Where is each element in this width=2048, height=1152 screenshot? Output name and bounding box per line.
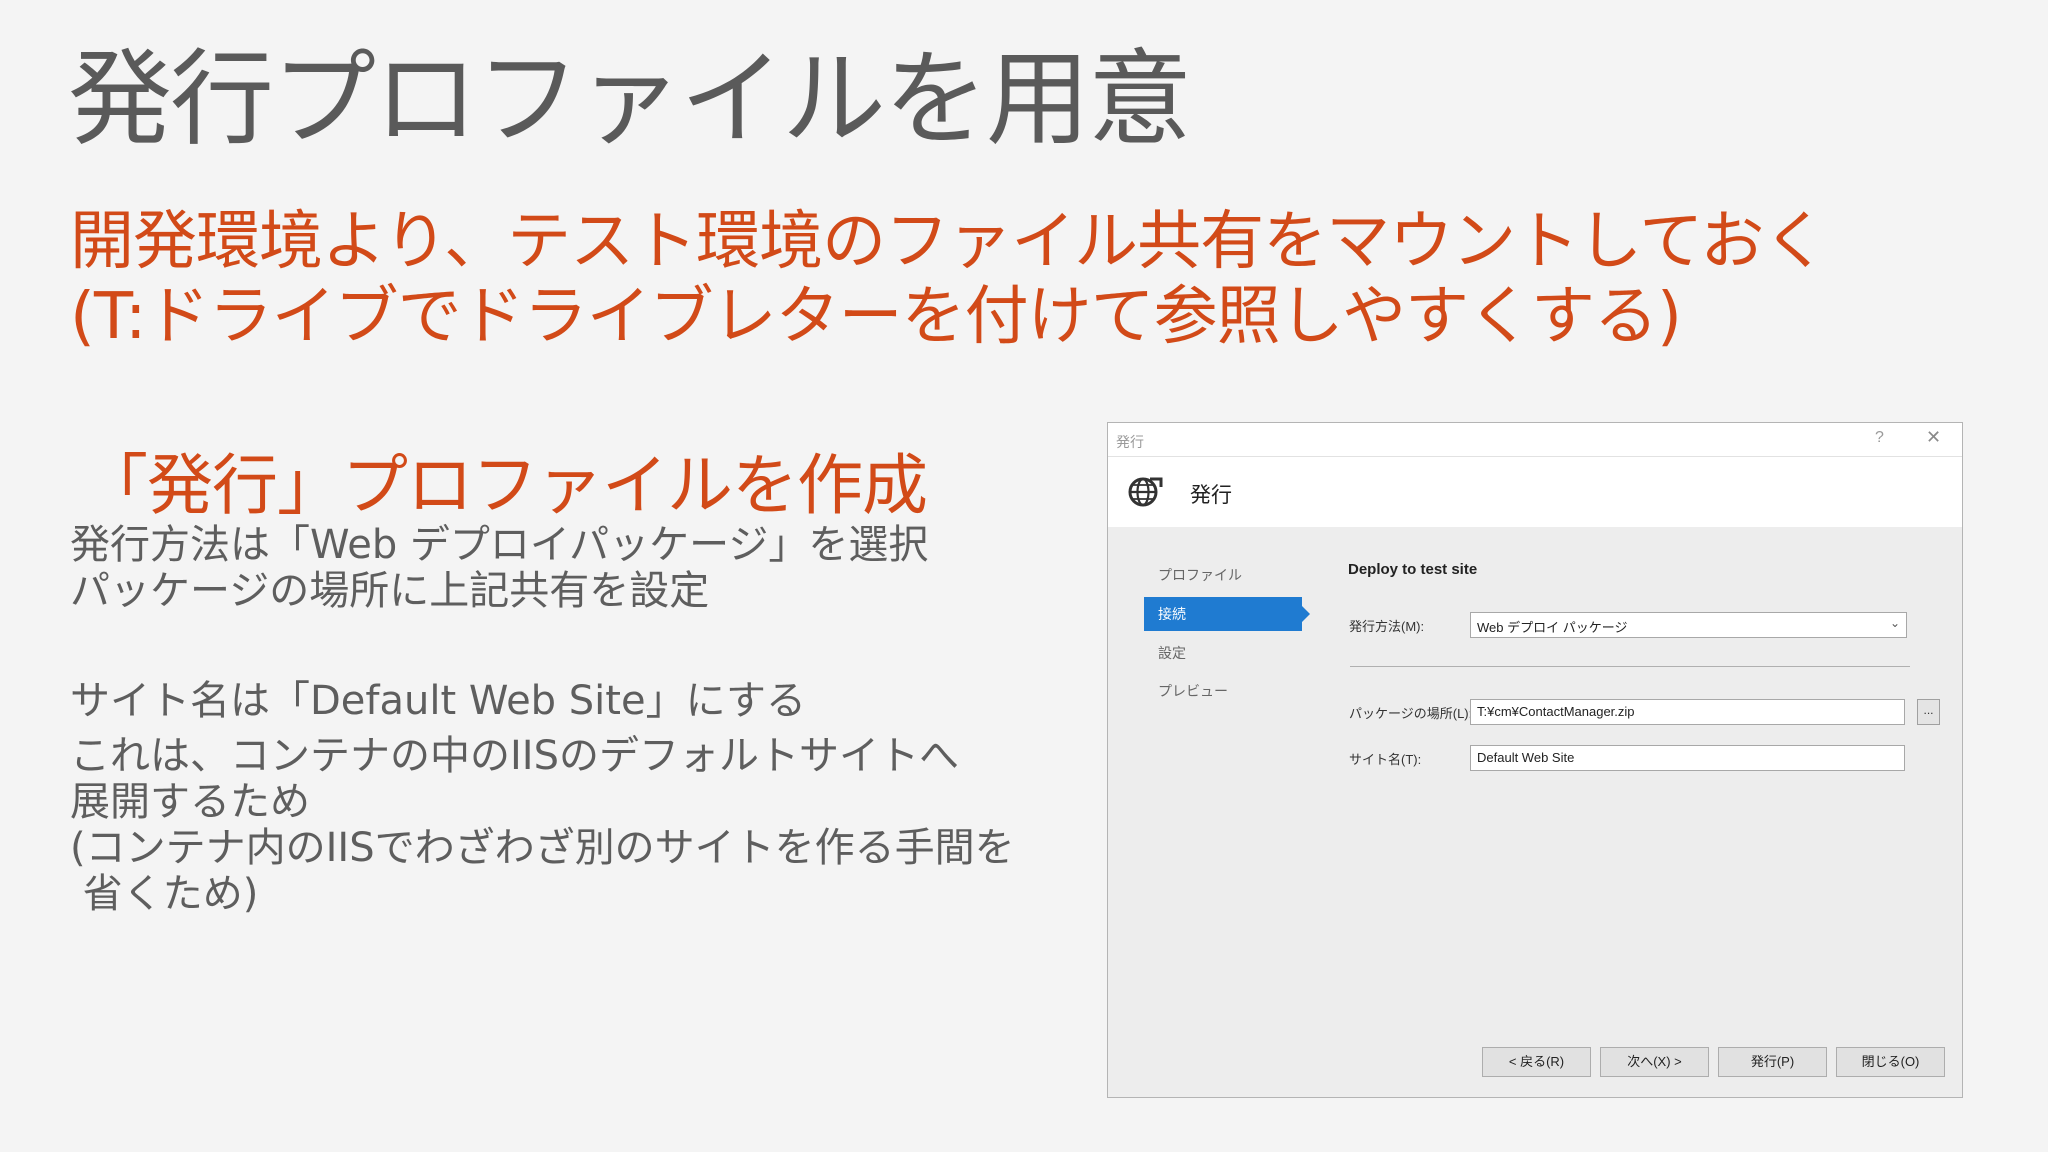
body-line: 発行方法は「Web デプロイパッケージ」を選択 [70,522,929,568]
publish-button[interactable]: 発行(P) [1718,1047,1827,1077]
package-location-label: パッケージの場所(L): [1349,706,1473,721]
body-line: サイト名は「Default Web Site」にする [70,678,806,724]
profile-section-title: Deploy to test site [1348,561,1478,578]
close-button[interactable]: 閉じる(O) [1836,1047,1945,1077]
dialog-window-title: 発行 [1116,434,1144,450]
section-heading: 「発行」プロファイルを作成 [82,447,928,524]
body-line: これは、コンテナの中のIISのデフォルトサイトへ [70,733,959,779]
close-icon[interactable]: ✕ [1926,427,1941,448]
body-line: 展開するため [70,779,310,825]
browse-button[interactable]: ... [1917,699,1940,725]
method-label: 発行方法(M): [1349,619,1425,634]
site-name-input[interactable]: Default Web Site [1470,745,1905,771]
body-text-note: (コンテナ内のIISでわざわざ別のサイトを作る手間を 省くため) [70,825,1015,917]
publish-dialog: 発行 ? ✕ 発行 プロファイル 接続 設定 プレビュー Deploy to t… [1107,422,1963,1098]
back-button[interactable]: < 戻る(R) [1482,1047,1591,1077]
dialog-header-title: 発行 [1190,484,1232,507]
body-text-method: 発行方法は「Web デプロイパッケージ」を選択 パッケージの場所に上記共有を設定 [70,522,928,614]
dialog-titlebar: 発行 ? ✕ [1108,423,1962,457]
package-location-input[interactable]: T:¥cm¥ContactManager.zip [1470,699,1905,725]
body-line: (コンテナ内のIISでわざわざ別のサイトを作る手間を [70,825,1015,871]
body-line: 省くため) [70,871,259,917]
body-text-reason: これは、コンテナの中のIISのデフォルトサイトへ 展開するため [70,733,959,825]
divider [1350,666,1910,667]
chevron-down-icon: ⌄ [1889,616,1900,630]
nav-item-preview[interactable]: プレビュー [1152,674,1228,708]
nav-item-settings[interactable]: 設定 [1152,636,1186,670]
body-line: パッケージの場所に上記共有を設定 [70,568,710,614]
slide-subtitle: 開発環境より、テスト環境のファイル共有をマウントしておく (T:ドライブでドライ… [70,205,1827,355]
dialog-header: 発行 [1108,457,1962,527]
next-button[interactable]: 次へ(X) > [1600,1047,1709,1077]
globe-icon [1128,477,1163,507]
nav-item-profile[interactable]: プロファイル [1152,558,1242,592]
subtitle-line-1: 開発環境より、テスト環境のファイル共有をマウントしておく [70,205,1827,279]
help-icon[interactable]: ? [1875,429,1884,447]
nav-item-connection[interactable]: 接続 [1144,597,1310,631]
subtitle-line-2: (T:ドライブでドライブレターを付けて参照しやすくする) [70,279,1682,354]
body-text-sitename: サイト名は「Default Web Site」にする [70,678,806,724]
site-name-label: サイト名(T): [1349,752,1422,767]
method-select[interactable]: Web デプロイ パッケージ ⌄ [1470,612,1907,638]
method-select-value: Web デプロイ パッケージ [1477,620,1628,635]
slide-title: 発行プロファイルを用意 [68,38,1192,160]
